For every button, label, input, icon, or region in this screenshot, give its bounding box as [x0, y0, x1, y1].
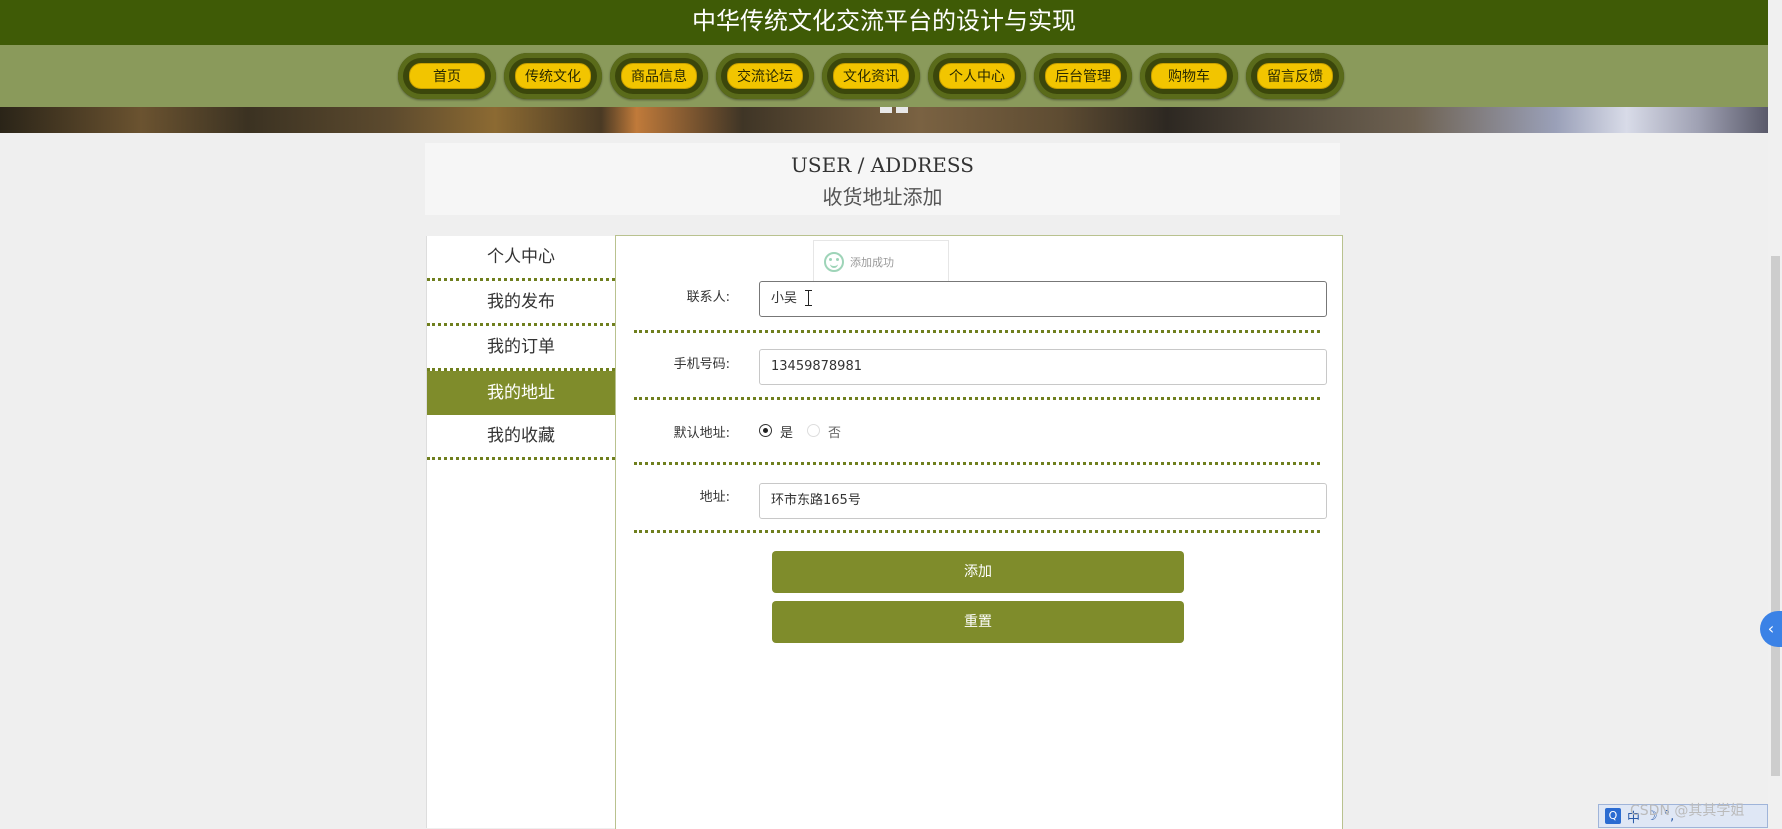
nav-item-forum[interactable]: 交流论坛: [716, 53, 814, 99]
section-title-en: USER / ADDRESS: [791, 153, 974, 177]
nav-label: 留言反馈: [1257, 63, 1333, 89]
phone-input[interactable]: 13459878981: [759, 349, 1327, 385]
toast-message: 添加成功: [850, 256, 894, 269]
nav-label: 传统文化: [515, 63, 591, 89]
sidebar-item-my-orders[interactable]: 我的订单: [427, 326, 615, 371]
nav-label: 交流论坛: [727, 63, 803, 89]
chevron-left-icon[interactable]: ‹: [1760, 611, 1782, 647]
address-input[interactable]: 环市东路165号: [759, 483, 1327, 519]
q-icon: Q: [1605, 808, 1621, 824]
nav-label: 首页: [409, 63, 485, 89]
site-title: 中华传统文化交流平台的设计与实现: [0, 0, 1768, 45]
nav-item-personal-center[interactable]: 个人中心: [928, 53, 1026, 99]
nav-label: 文化资讯: [833, 63, 909, 89]
default-address-label: 默认地址:: [673, 426, 730, 441]
phone-row: 手机号码: 13459878981: [634, 349, 1327, 400]
sidebar-item-my-posts[interactable]: 我的发布: [427, 281, 615, 326]
nav-item-feedback[interactable]: 留言反馈: [1246, 53, 1344, 99]
success-toast: 添加成功: [813, 240, 949, 284]
default-yes-label[interactable]: 是: [780, 422, 793, 441]
nav-label: 个人中心: [939, 63, 1015, 89]
text-cursor-icon: [804, 290, 814, 306]
user-sidebar: 个人中心 我的发布 我的订单 我的地址 我的收藏: [426, 236, 615, 828]
nav-label: 购物车: [1151, 63, 1227, 89]
nav-item-home[interactable]: 首页: [398, 53, 496, 99]
add-button[interactable]: 添加: [772, 551, 1184, 593]
nav-item-news[interactable]: 文化资讯: [822, 53, 920, 99]
sidebar-item-personal-center[interactable]: 个人中心: [427, 236, 615, 281]
phone-label: 手机号码:: [673, 357, 730, 372]
section-header: USER / ADDRESS 收货地址添加: [425, 143, 1340, 215]
sidebar-item-my-favorites[interactable]: 我的收藏: [427, 415, 615, 460]
nav-item-traditional-culture[interactable]: 传统文化: [504, 53, 602, 99]
nav-label: 后台管理: [1045, 63, 1121, 89]
sidebar-item-my-address[interactable]: 我的地址: [427, 371, 615, 415]
contact-label: 联系人:: [686, 290, 730, 305]
contact-input[interactable]: 小吴: [759, 281, 1327, 317]
main-nav: 首页 传统文化 商品信息 交流论坛 文化资讯 个人中心 后台管理 购物车 留言反…: [0, 45, 1768, 107]
nav-item-cart[interactable]: 购物车: [1140, 53, 1238, 99]
address-label: 地址:: [699, 490, 730, 505]
scrollbar-thumb[interactable]: [1771, 256, 1780, 776]
contact-row: 联系人: 小吴: [634, 281, 1327, 333]
section-title-zh: 收货地址添加: [822, 185, 943, 209]
default-no-radio[interactable]: [807, 424, 820, 437]
smile-icon: [824, 252, 844, 272]
default-address-row: 默认地址: 是 否: [634, 400, 1320, 465]
watermark: CSDN @其其学姐: [1630, 803, 1745, 819]
banner-indicators[interactable]: [880, 107, 908, 113]
address-form-panel: 添加成功 联系人: 小吴 手机号码: 13459878981 默认地址: 是 否…: [615, 235, 1343, 829]
banner-image: [0, 107, 1768, 133]
default-yes-radio[interactable]: [759, 424, 772, 437]
default-no-label[interactable]: 否: [828, 422, 841, 441]
nav-label: 商品信息: [621, 63, 697, 89]
address-row: 地址: 环市东路165号: [634, 483, 1327, 533]
reset-button[interactable]: 重置: [772, 601, 1184, 643]
nav-item-products[interactable]: 商品信息: [610, 53, 708, 99]
nav-item-admin[interactable]: 后台管理: [1034, 53, 1132, 99]
